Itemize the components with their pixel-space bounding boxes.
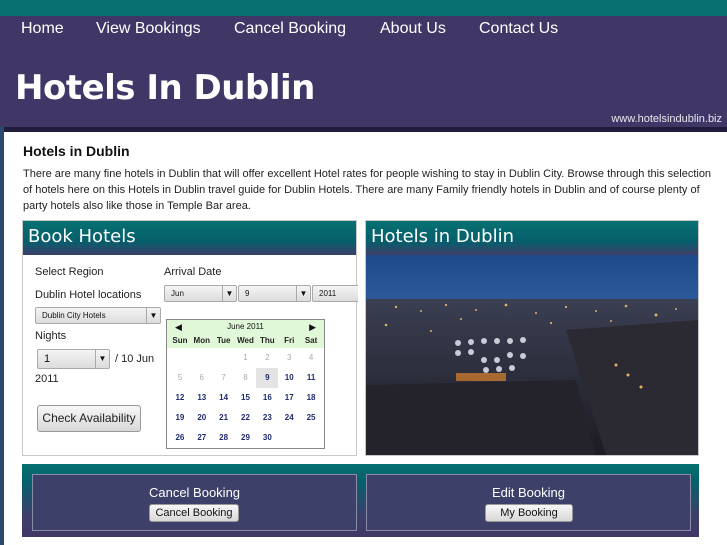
calendar-day: 5 bbox=[177, 373, 183, 382]
weekday-header: Sat bbox=[304, 336, 318, 345]
arrival-day-select[interactable]: 9 ▼ bbox=[238, 285, 311, 302]
calendar: ◀ June 2011 ▶ Sun Mon Tue Wed Thu Fri Sat 1234… bbox=[166, 319, 325, 449]
book-hotels-panel: Book Hotels Select Region Dublin Hotel l… bbox=[22, 220, 358, 456]
calendar-day[interactable]: 22 bbox=[235, 408, 257, 428]
calendar-day[interactable]: 26 bbox=[169, 428, 191, 448]
booking-actions-bar: Cancel Booking Cancel Booking Edit Booki… bbox=[22, 464, 699, 537]
next-month-icon[interactable]: ▶ bbox=[309, 320, 316, 334]
main-nav: Home View Bookings Cancel Booking About … bbox=[0, 16, 727, 46]
nights-value: 1 bbox=[44, 353, 51, 365]
weekday-header: Mon bbox=[193, 336, 210, 345]
calendar-day[interactable]: 27 bbox=[191, 428, 213, 448]
arrival-month-select[interactable]: Jun ▼ bbox=[164, 285, 237, 302]
checkout-date: / 10 Jun bbox=[115, 353, 155, 365]
calendar-weekdays: Sun Mon Tue Wed Thu Fri Sat bbox=[167, 334, 324, 348]
cancel-booking-title: Cancel Booking bbox=[148, 485, 241, 500]
my-booking-button[interactable]: My Booking bbox=[485, 504, 573, 522]
calendar-day[interactable]: 28 bbox=[213, 428, 235, 448]
book-hotels-title: Book Hotels bbox=[23, 221, 356, 255]
weekday-header: Fri bbox=[284, 336, 295, 345]
page-heading: Hotels in Dublin bbox=[23, 143, 130, 159]
calendar-day[interactable]: 29 bbox=[235, 428, 257, 448]
locations-label: Dublin Hotel locations bbox=[35, 289, 142, 301]
calendar-day[interactable]: 25 bbox=[300, 408, 322, 428]
arrival-day-value: 9 bbox=[245, 289, 250, 298]
chevron-down-icon: ▼ bbox=[296, 286, 310, 301]
weekday-header: Sun bbox=[172, 336, 188, 345]
calendar-day[interactable]: 15 bbox=[235, 388, 257, 408]
calendar-day[interactable]: 21 bbox=[213, 408, 235, 428]
nav-contact-us[interactable]: Contact Us bbox=[479, 16, 558, 42]
arrival-year-value: 2011 bbox=[319, 289, 337, 298]
calendar-day[interactable]: 23 bbox=[256, 408, 278, 428]
calendar-day[interactable]: 20 bbox=[191, 408, 213, 428]
calendar-day[interactable]: 14 bbox=[213, 388, 235, 408]
calendar-day[interactable]: 18 bbox=[300, 388, 322, 408]
calendar-day[interactable]: 10 bbox=[278, 368, 300, 388]
checkout-year: 2011 bbox=[35, 373, 59, 385]
location-select[interactable]: Dublin City Hotels ▼ bbox=[35, 307, 161, 324]
site-url: www.hotelsindublin.biz bbox=[611, 113, 722, 125]
select-region-label: Select Region bbox=[35, 266, 104, 278]
check-availability-button[interactable]: Check Availability bbox=[37, 405, 141, 432]
nav-view-bookings[interactable]: View Bookings bbox=[96, 16, 201, 42]
calendar-day[interactable]: 16 bbox=[256, 388, 278, 408]
nights-label: Nights bbox=[35, 330, 67, 342]
calendar-day[interactable]: 17 bbox=[278, 388, 300, 408]
calendar-day: 7 bbox=[221, 373, 226, 382]
prev-month-icon[interactable]: ◀ bbox=[175, 320, 182, 334]
calendar-day[interactable]: 24 bbox=[278, 408, 300, 428]
weekday-header: Wed bbox=[237, 336, 254, 345]
dublin-night-photo bbox=[366, 255, 698, 455]
calendar-day: 6 bbox=[199, 373, 204, 382]
calendar-day: 1 bbox=[243, 353, 248, 362]
calendar-day[interactable]: 13 bbox=[191, 388, 213, 408]
calendar-day: 4 bbox=[308, 353, 314, 362]
arrival-date-label: Arrival Date bbox=[164, 266, 222, 278]
calendar-day[interactable]: 19 bbox=[169, 408, 191, 428]
cancel-booking-box: Cancel Booking Cancel Booking bbox=[32, 474, 357, 531]
calendar-day: 2 bbox=[265, 353, 270, 362]
calendar-day: 8 bbox=[243, 373, 248, 382]
photo-panel: Hotels in Dublin bbox=[365, 220, 699, 456]
chevron-down-icon: ▼ bbox=[95, 350, 109, 368]
nav-home[interactable]: Home bbox=[21, 16, 64, 42]
nav-cancel-booking[interactable]: Cancel Booking bbox=[234, 16, 346, 42]
intro-text: There are many fine hotels in Dublin tha… bbox=[23, 168, 712, 212]
top-bar bbox=[0, 0, 727, 16]
chevron-down-icon: ▼ bbox=[222, 286, 236, 301]
calendar-blank bbox=[213, 348, 235, 368]
arrival-month-value: Jun bbox=[171, 289, 184, 298]
arrival-year-select[interactable]: 2011 bbox=[312, 285, 358, 302]
calendar-blank bbox=[169, 348, 191, 368]
calendar-day[interactable]: 12 bbox=[169, 388, 191, 408]
calendar-day[interactable]: 9 bbox=[256, 368, 279, 388]
calendar-day[interactable]: 11 bbox=[300, 368, 322, 388]
weekday-header: Tue bbox=[216, 336, 231, 345]
cancel-booking-button[interactable]: Cancel Booking bbox=[149, 504, 239, 522]
edit-booking-box: Edit Booking My Booking bbox=[366, 474, 691, 531]
location-value: Dublin City Hotels bbox=[42, 311, 106, 320]
calendar-days: 1 2 3 4 5 6 7 8 9 10 11 12 13 14 15 16 17 18 19 20 21 22 23 24 2… bbox=[167, 348, 324, 448]
chevron-down-icon: ▼ bbox=[146, 308, 160, 323]
site-title: Hotels In Dublin bbox=[15, 68, 315, 108]
calendar-day: 3 bbox=[286, 353, 292, 362]
calendar-title: June 2011 bbox=[227, 322, 264, 331]
nights-select[interactable]: 1 ▼ bbox=[37, 349, 110, 369]
photo-panel-title: Hotels in Dublin bbox=[366, 221, 698, 255]
calendar-day[interactable]: 30 bbox=[256, 428, 278, 448]
nav-about-us[interactable]: About Us bbox=[380, 16, 446, 42]
weekday-header: Thu bbox=[260, 336, 275, 345]
calendar-blank bbox=[191, 348, 213, 368]
calendar-header: ◀ June 2011 ▶ bbox=[167, 320, 324, 334]
edit-booking-title: Edit Booking bbox=[492, 485, 565, 500]
dublin-skyline-image bbox=[366, 255, 698, 455]
